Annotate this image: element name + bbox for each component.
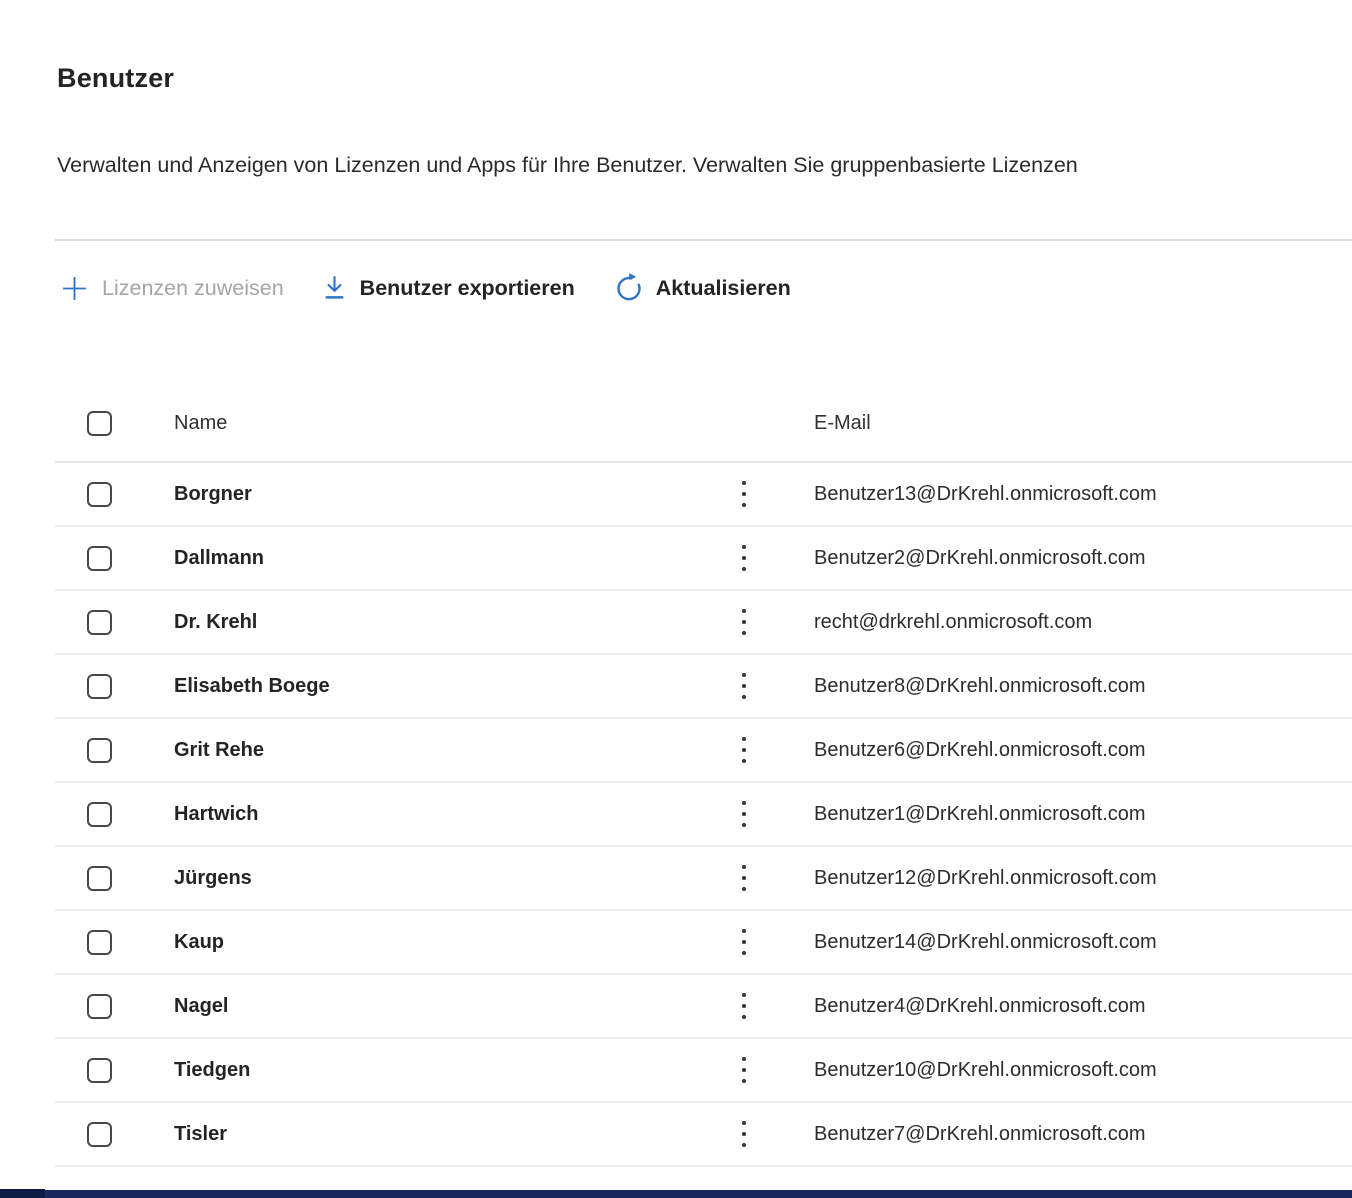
users-page: Benutzer Verwalten und Anzeigen von Lize… — [0, 0, 1352, 1198]
user-email: Benutzer6@DrKrehl.onmicrosoft.com — [814, 739, 1352, 762]
plus-icon — [60, 274, 89, 303]
row-menu-button[interactable] — [732, 667, 756, 705]
table-row[interactable]: Nagel Benutzer4@DrKrehl.onmicrosoft.com — [55, 975, 1352, 1039]
row-checkbox[interactable] — [87, 738, 112, 763]
row-menu-button[interactable] — [732, 1051, 756, 1089]
row-menu-button[interactable] — [732, 539, 756, 577]
user-email: Benutzer7@DrKrehl.onmicrosoft.com — [814, 1123, 1352, 1146]
refresh-label: Aktualisieren — [656, 276, 791, 301]
table-row[interactable]: Hartwich Benutzer1@DrKrehl.onmicrosoft.c… — [55, 783, 1352, 847]
assign-licenses-label: Lizenzen zuweisen — [102, 276, 284, 301]
kebab-icon — [742, 481, 746, 485]
user-email: Benutzer2@DrKrehl.onmicrosoft.com — [814, 547, 1352, 570]
row-checkbox[interactable] — [87, 674, 112, 699]
table-row[interactable]: Jürgens Benutzer12@DrKrehl.onmicrosoft.c… — [55, 847, 1352, 911]
user-name: Tiedgen — [174, 1059, 674, 1082]
table-row[interactable]: Dallmann Benutzer2@DrKrehl.onmicrosoft.c… — [55, 527, 1352, 591]
user-name: Nagel — [174, 995, 674, 1018]
row-checkbox[interactable] — [87, 866, 112, 891]
refresh-icon — [613, 273, 643, 303]
table-row[interactable]: Tisler Benutzer7@DrKrehl.onmicrosoft.com — [55, 1103, 1352, 1167]
refresh-button[interactable]: Aktualisieren — [613, 273, 791, 303]
table-row[interactable]: Dr. Krehl recht@drkrehl.onmicrosoft.com — [55, 591, 1352, 655]
row-menu-button[interactable] — [732, 923, 756, 961]
row-menu-button[interactable] — [732, 475, 756, 513]
row-checkbox[interactable] — [87, 1058, 112, 1083]
page-title: Benutzer — [57, 63, 174, 94]
user-email: Benutzer1@DrKrehl.onmicrosoft.com — [814, 803, 1352, 826]
user-email: Benutzer13@DrKrehl.onmicrosoft.com — [814, 483, 1352, 506]
user-table: Name E-Mail Borgner Benutzer13@DrKrehl.o… — [55, 385, 1352, 1167]
row-menu-button[interactable] — [732, 795, 756, 833]
column-header-name[interactable]: Name — [174, 412, 674, 435]
table-row[interactable]: Tiedgen Benutzer10@DrKrehl.onmicrosoft.c… — [55, 1039, 1352, 1103]
user-name: Elisabeth Boege — [174, 675, 674, 698]
kebab-icon — [742, 865, 746, 869]
column-header-email[interactable]: E-Mail — [814, 412, 1352, 435]
user-email: recht@drkrehl.onmicrosoft.com — [814, 611, 1352, 634]
kebab-icon — [742, 737, 746, 741]
row-checkbox[interactable] — [87, 610, 112, 635]
kebab-icon — [742, 1121, 746, 1125]
user-email: Benutzer4@DrKrehl.onmicrosoft.com — [814, 995, 1352, 1018]
download-icon — [322, 275, 347, 302]
row-menu-button[interactable] — [732, 731, 756, 769]
row-checkbox[interactable] — [87, 546, 112, 571]
user-name: Hartwich — [174, 803, 674, 826]
export-users-label: Benutzer exportieren — [360, 276, 575, 301]
row-checkbox[interactable] — [87, 802, 112, 827]
user-name: Tisler — [174, 1123, 674, 1146]
row-menu-button[interactable] — [732, 1115, 756, 1153]
row-checkbox[interactable] — [87, 994, 112, 1019]
row-checkbox[interactable] — [87, 482, 112, 507]
user-table-body: Borgner Benutzer13@DrKrehl.onmicrosoft.c… — [55, 463, 1352, 1167]
user-name: Dr. Krehl — [174, 611, 674, 634]
table-row[interactable]: Borgner Benutzer13@DrKrehl.onmicrosoft.c… — [55, 463, 1352, 527]
table-row[interactable]: Kaup Benutzer14@DrKrehl.onmicrosoft.com — [55, 911, 1352, 975]
user-email: Benutzer10@DrKrehl.onmicrosoft.com — [814, 1059, 1352, 1082]
page-description: Verwalten und Anzeigen von Lizenzen und … — [57, 153, 1352, 178]
toolbar-top-divider — [55, 239, 1352, 241]
assign-licenses-button[interactable]: Lizenzen zuweisen — [60, 274, 284, 303]
row-checkbox[interactable] — [87, 1122, 112, 1147]
toolbar: Lizenzen zuweisen Benutzer exportieren A… — [60, 264, 791, 312]
user-name: Jürgens — [174, 867, 674, 890]
bottom-bar — [0, 1190, 1352, 1198]
table-row[interactable]: Elisabeth Boege Benutzer8@DrKrehl.onmicr… — [55, 655, 1352, 719]
row-menu-button[interactable] — [732, 603, 756, 641]
table-row[interactable]: Grit Rehe Benutzer6@DrKrehl.onmicrosoft.… — [55, 719, 1352, 783]
kebab-icon — [742, 545, 746, 549]
row-checkbox[interactable] — [87, 930, 112, 955]
user-name: Kaup — [174, 931, 674, 954]
row-menu-button[interactable] — [732, 987, 756, 1025]
user-email: Benutzer8@DrKrehl.onmicrosoft.com — [814, 675, 1352, 698]
user-email: Benutzer14@DrKrehl.onmicrosoft.com — [814, 931, 1352, 954]
user-email: Benutzer12@DrKrehl.onmicrosoft.com — [814, 867, 1352, 890]
kebab-icon — [742, 609, 746, 613]
kebab-icon — [742, 801, 746, 805]
select-all-checkbox[interactable] — [87, 411, 112, 436]
table-header-row: Name E-Mail — [55, 385, 1352, 463]
kebab-icon — [742, 1057, 746, 1061]
user-name: Dallmann — [174, 547, 674, 570]
export-users-button[interactable]: Benutzer exportieren — [322, 275, 575, 302]
kebab-icon — [742, 929, 746, 933]
kebab-icon — [742, 993, 746, 997]
user-name: Grit Rehe — [174, 739, 674, 762]
kebab-icon — [742, 673, 746, 677]
row-menu-button[interactable] — [732, 859, 756, 897]
user-name: Borgner — [174, 483, 674, 506]
